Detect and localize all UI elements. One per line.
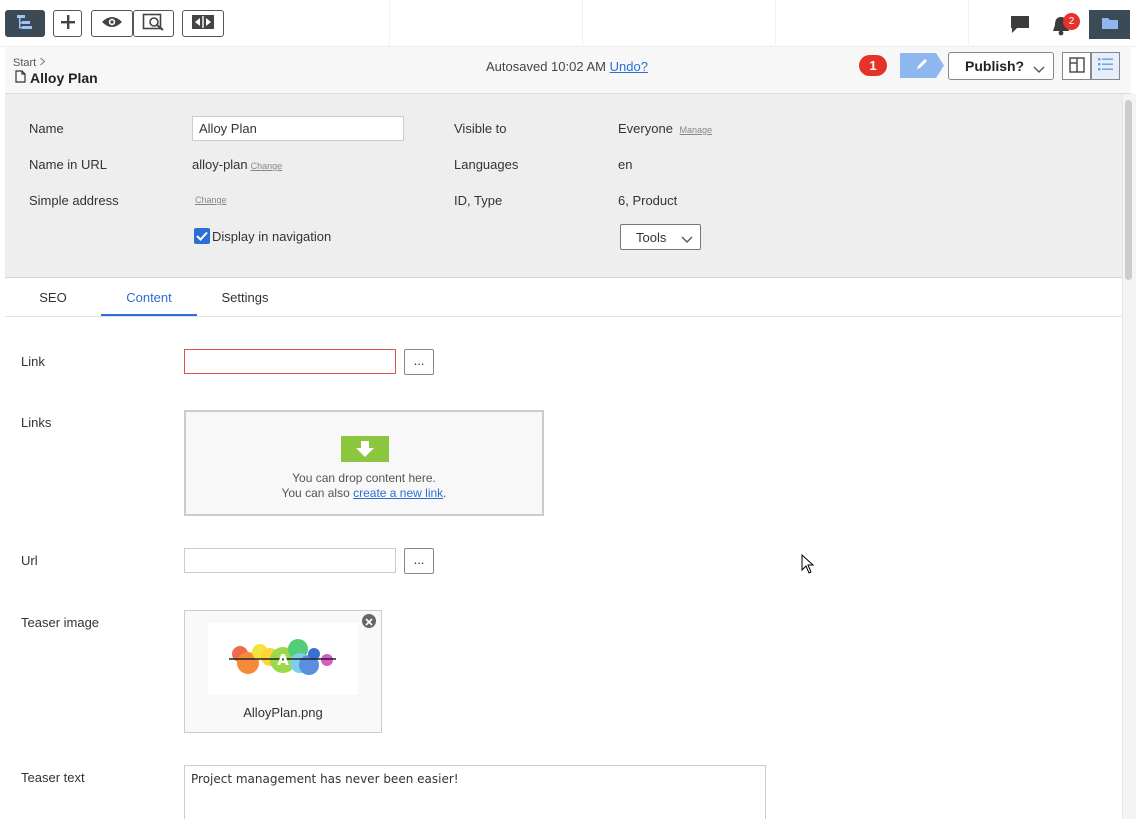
- name-label: Name: [29, 121, 64, 136]
- links-label: Links: [21, 415, 52, 430]
- compare-button[interactable]: [182, 10, 224, 37]
- mouse-cursor-icon: [801, 553, 815, 577]
- link-browse-button[interactable]: ...: [404, 349, 434, 375]
- link-input[interactable]: [184, 349, 396, 374]
- change-count-badge[interactable]: 1: [859, 55, 887, 76]
- url-browse-button[interactable]: ...: [404, 548, 434, 574]
- drop-hint-secondary: You can also create a new link.: [186, 486, 542, 500]
- teaser-image-field[interactable]: A AlloyPlan.png: [184, 610, 382, 733]
- link-label: Link: [21, 354, 45, 369]
- chevron-right-icon: [39, 57, 46, 69]
- url-field-label: Url: [21, 553, 38, 568]
- visible-to-label: Visible to: [454, 121, 507, 136]
- visible-to-value: Everyone: [618, 121, 673, 136]
- eye-icon: [101, 15, 123, 32]
- preview-button[interactable]: [91, 10, 133, 37]
- page-icon: [15, 70, 26, 86]
- view-search-button[interactable]: [133, 10, 174, 37]
- breadcrumb-start[interactable]: Start: [13, 57, 36, 69]
- folder-icon: [1101, 16, 1119, 33]
- drop-hint-suffix: .: [443, 486, 447, 500]
- drop-hint: You can drop content here.: [292, 471, 436, 485]
- assets-pane-button[interactable]: [1089, 10, 1130, 39]
- create-new-link[interactable]: create a new link: [353, 486, 443, 500]
- layout-icon: [1068, 56, 1085, 76]
- teaser-image-thumbnail: A: [208, 623, 358, 695]
- global-toolbar: 2: [0, 0, 1136, 47]
- all-properties-view-button[interactable]: [1091, 52, 1120, 80]
- url-value-group: alloy-plan Change: [192, 157, 282, 172]
- teaser-text-label: Teaser text: [21, 770, 85, 785]
- teaser-text-area[interactable]: Project management has never been easier…: [184, 765, 766, 819]
- toolbar-divider: [582, 0, 583, 47]
- url-input[interactable]: [184, 548, 396, 573]
- url-label: Name in URL: [29, 157, 108, 172]
- teaser-image-label: Teaser image: [21, 615, 100, 630]
- name-input[interactable]: [192, 116, 404, 141]
- tools-dropdown[interactable]: Tools: [620, 224, 701, 250]
- drop-hint-prefix: You can also: [281, 486, 354, 500]
- remove-image-button[interactable]: [362, 614, 376, 628]
- add-button[interactable]: [53, 10, 82, 37]
- links-dropzone[interactable]: You can drop content here. You can also …: [184, 410, 544, 516]
- tab-content[interactable]: Content: [101, 278, 197, 316]
- teaser-image-logo-letter: A: [277, 651, 289, 669]
- page-header: Start Alloy Plan Autosaved 10:02 AM Undo…: [5, 47, 1131, 94]
- url-change-link[interactable]: Change: [251, 161, 283, 171]
- tree-icon: [16, 14, 34, 33]
- url-value: alloy-plan: [192, 157, 248, 172]
- id-type-value: 6, Product: [618, 193, 678, 208]
- display-in-navigation-checkbox[interactable]: [194, 228, 210, 244]
- display-in-navigation-label[interactable]: Display in navigation: [212, 229, 331, 244]
- breadcrumb[interactable]: Start: [13, 57, 46, 69]
- toolbar-divider: [389, 0, 390, 47]
- toolbar-divider: [968, 0, 969, 47]
- pencil-icon: [915, 57, 929, 74]
- languages-value: en: [618, 157, 633, 172]
- page-title: Alloy Plan: [15, 70, 98, 86]
- page-title-text: Alloy Plan: [30, 70, 98, 86]
- page-tree-button[interactable]: [5, 10, 45, 37]
- tab-bar: SEO Content Settings: [5, 278, 1123, 317]
- chevron-down-icon: [1033, 61, 1045, 77]
- tab-settings[interactable]: Settings: [205, 278, 285, 316]
- notification-count-badge: 2: [1063, 13, 1080, 30]
- comment-icon[interactable]: [1010, 15, 1030, 37]
- properties-panel: Name Name in URL alloy-planChange Simple…: [5, 94, 1123, 278]
- drop-arrow-icon: [341, 436, 389, 462]
- close-icon: [365, 614, 373, 629]
- plus-icon: [60, 14, 76, 33]
- publish-label: Publish?: [965, 58, 1025, 74]
- toolbar-divider: [775, 0, 776, 47]
- on-page-edit-view-button[interactable]: [1062, 52, 1091, 80]
- chevron-down-icon: [681, 232, 693, 247]
- simple-address-change-link[interactable]: Change: [195, 195, 227, 205]
- visible-to-value-group: Everyone Manage: [618, 121, 712, 136]
- check-icon: [196, 229, 208, 244]
- undo-link[interactable]: Undo?: [610, 59, 648, 74]
- tab-seo[interactable]: SEO: [21, 278, 85, 316]
- id-type-label: ID, Type: [454, 193, 503, 208]
- languages-label: Languages: [454, 157, 519, 172]
- autosave-status: Autosaved 10:02 AM Undo?: [486, 59, 648, 74]
- autosave-text: Autosaved 10:02 AM: [486, 59, 606, 74]
- manage-access-link[interactable]: Manage: [680, 125, 713, 135]
- simple-address-label: Simple address: [29, 193, 119, 208]
- compare-icon: [191, 14, 215, 33]
- publish-button[interactable]: Publish?: [948, 52, 1054, 80]
- teaser-image-filename: AlloyPlan.png: [243, 705, 323, 720]
- list-icon: [1097, 57, 1114, 75]
- scrollbar-thumb[interactable]: [1125, 100, 1132, 280]
- search-page-icon: [142, 13, 166, 34]
- tools-label: Tools: [636, 229, 667, 245]
- edit-button[interactable]: [900, 53, 944, 78]
